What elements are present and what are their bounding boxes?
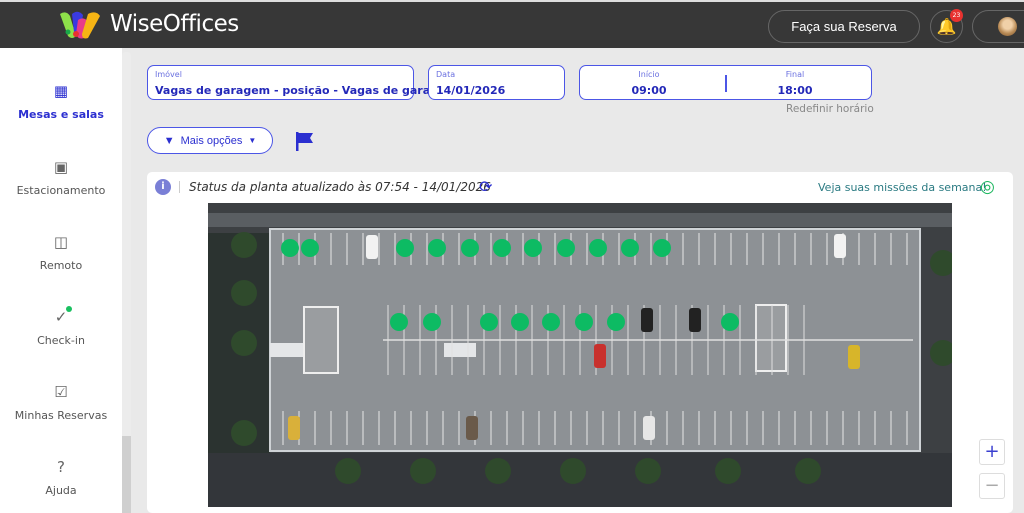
property-value: Vagas de garagem - posição - Vagas de ga…	[155, 84, 457, 97]
sidebar-item-label: Estacionamento	[16, 184, 106, 197]
time-range-field[interactable]: Início 09:00 Final 18:00	[579, 65, 872, 100]
tree	[795, 458, 821, 484]
tree	[485, 458, 511, 484]
reset-time-link[interactable]: Redefinir horário	[786, 103, 874, 115]
tree	[715, 458, 741, 484]
zoom-out-button[interactable]: −	[979, 473, 1005, 499]
parked-car	[594, 344, 606, 368]
available-parking-spot[interactable]	[524, 239, 542, 257]
available-parking-spot[interactable]	[542, 313, 560, 331]
parked-car	[834, 234, 846, 258]
sidebar-item-label: Ajuda	[45, 484, 77, 497]
tree	[231, 330, 257, 356]
zoom-in-button[interactable]: +	[979, 439, 1005, 465]
date-value: 14/01/2026	[436, 84, 506, 97]
sidebar: ▦ Mesas e salas ▣ Estacionamento ◫ Remot…	[0, 48, 122, 513]
sidebar-item-label: Check-in	[37, 334, 85, 347]
tree	[231, 420, 257, 446]
sidebar-item-check-in[interactable]: ✓ Check-in	[0, 306, 122, 347]
info-icon[interactable]: i	[155, 179, 171, 195]
date-label: Data	[436, 70, 456, 79]
available-parking-spot[interactable]	[653, 239, 671, 257]
tree	[410, 458, 436, 484]
monitor-icon: ◫	[53, 233, 69, 251]
property-label: Imóvel	[155, 70, 182, 79]
available-parking-spot[interactable]	[281, 239, 299, 257]
more-options-label: Mais opções	[180, 134, 243, 147]
sidebar-item-estacionamento[interactable]: ▣ Estacionamento	[0, 158, 122, 197]
tree	[231, 280, 257, 306]
sidebar-item-mesas-e-salas[interactable]: ▦ Mesas e salas	[0, 82, 122, 121]
available-parking-spot[interactable]	[607, 313, 625, 331]
sidebar-item-label: Remoto	[39, 259, 83, 272]
car-icon: ▣	[53, 158, 69, 176]
top-bar: WiseOffices Faça sua Reserva 🔔 23	[0, 0, 1024, 48]
start-time-value[interactable]: 09:00	[609, 84, 689, 97]
tree	[635, 458, 661, 484]
parked-car	[643, 416, 655, 440]
notification-badge: 23	[950, 9, 963, 22]
available-parking-spot[interactable]	[493, 239, 511, 257]
sidebar-item-ajuda[interactable]: ? Ajuda	[0, 458, 122, 497]
wiseoffices-logo	[60, 11, 100, 39]
available-parking-spot[interactable]	[428, 239, 446, 257]
end-time-label: Final	[785, 70, 805, 79]
weekly-missions-link[interactable]: Veja suas missões da semana!	[818, 181, 987, 194]
building-icon: ▦	[53, 82, 69, 100]
filter-icon: ▼	[163, 134, 175, 147]
brand-name: WiseOffices	[110, 11, 239, 37]
status-dot	[66, 306, 72, 312]
tree	[231, 232, 257, 258]
available-parking-spot[interactable]	[589, 239, 607, 257]
refresh-icon[interactable]: ⟳	[479, 177, 492, 196]
caret-down-icon: ▼	[248, 136, 257, 145]
sidebar-item-label: Minhas Reservas	[14, 409, 108, 422]
target-icon[interactable]: ◎	[980, 177, 995, 197]
date-field[interactable]: Data 14/01/2026	[428, 65, 565, 100]
parked-car	[689, 308, 701, 332]
help-circle-icon: ?	[57, 458, 65, 476]
available-parking-spot[interactable]	[721, 313, 739, 331]
divider	[179, 181, 180, 193]
available-parking-spot[interactable]	[390, 313, 408, 331]
parked-car	[848, 345, 860, 369]
parking-floor-plan[interactable]	[208, 203, 952, 507]
available-parking-spot[interactable]	[575, 313, 593, 331]
calendar-check-icon: ☑	[54, 383, 68, 401]
parked-car	[288, 416, 300, 440]
floor-plan-map[interactable]	[208, 203, 952, 507]
make-reservation-button[interactable]: Faça sua Reserva	[768, 10, 920, 43]
available-parking-spot[interactable]	[621, 239, 639, 257]
avatar[interactable]	[998, 17, 1017, 36]
sidebar-item-remoto[interactable]: ◫ Remoto	[0, 233, 122, 272]
time-divider	[725, 75, 727, 92]
sidebar-item-label: Mesas e salas	[18, 108, 104, 121]
available-parking-spot[interactable]	[511, 313, 529, 331]
available-parking-spot[interactable]	[301, 239, 319, 257]
available-parking-spot[interactable]	[480, 313, 498, 331]
more-options-button[interactable]: ▼ Mais opções ▼	[147, 127, 273, 154]
available-parking-spot[interactable]	[461, 239, 479, 257]
available-parking-spot[interactable]	[423, 313, 441, 331]
tree	[335, 458, 361, 484]
parked-car	[366, 235, 378, 259]
available-parking-spot[interactable]	[396, 239, 414, 257]
plan-status-text: Status da planta atualizado às 07:54 - 1…	[189, 180, 491, 194]
start-time-label: Início	[638, 70, 660, 79]
property-select[interactable]: Imóvel Vagas de garagem - posição - Vaga…	[147, 65, 457, 100]
end-time-value[interactable]: 18:00	[755, 84, 835, 97]
parked-car	[466, 416, 478, 440]
available-parking-spot[interactable]	[557, 239, 575, 257]
tree	[560, 458, 586, 484]
sidebar-item-minhas-reservas[interactable]: ☑ Minhas Reservas	[0, 383, 122, 422]
check-circle-icon: ✓	[52, 306, 72, 326]
sidebar-scrollbar-thumb[interactable]	[122, 436, 131, 513]
flag-icon[interactable]	[295, 131, 315, 151]
parked-car	[641, 308, 653, 332]
